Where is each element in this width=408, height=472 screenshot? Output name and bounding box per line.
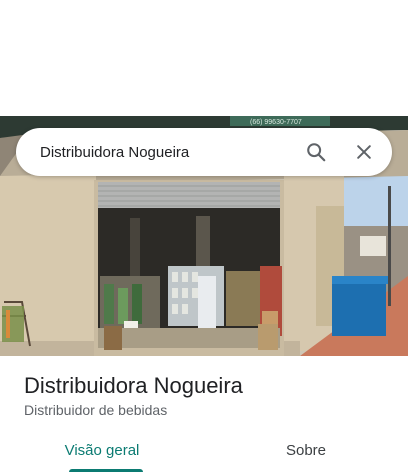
search-input[interactable]: Distribuidora Nogueira — [16, 144, 292, 161]
signboard-phone: (66) 99630-7707 — [250, 119, 302, 126]
search-button[interactable] — [292, 128, 340, 176]
close-icon — [357, 145, 371, 159]
place-details-page: (66) 99630-7707 Distribuidora Nogueira D… — [0, 0, 408, 472]
search-icon — [307, 143, 326, 162]
tab-about[interactable]: Sobre — [204, 428, 408, 472]
tab-bar: Visão geral Sobre — [0, 428, 408, 472]
tab-about-label: Sobre — [285, 441, 327, 459]
place-title: Distribuidora Nogueira — [24, 373, 243, 398]
place-category: Distribuidor de bebidas — [24, 402, 168, 418]
close-button[interactable] — [340, 128, 388, 176]
tab-overview-label: Visão geral — [64, 441, 140, 459]
tab-overview[interactable]: Visão geral — [0, 428, 204, 472]
search-bar[interactable]: Distribuidora Nogueira — [16, 128, 392, 176]
